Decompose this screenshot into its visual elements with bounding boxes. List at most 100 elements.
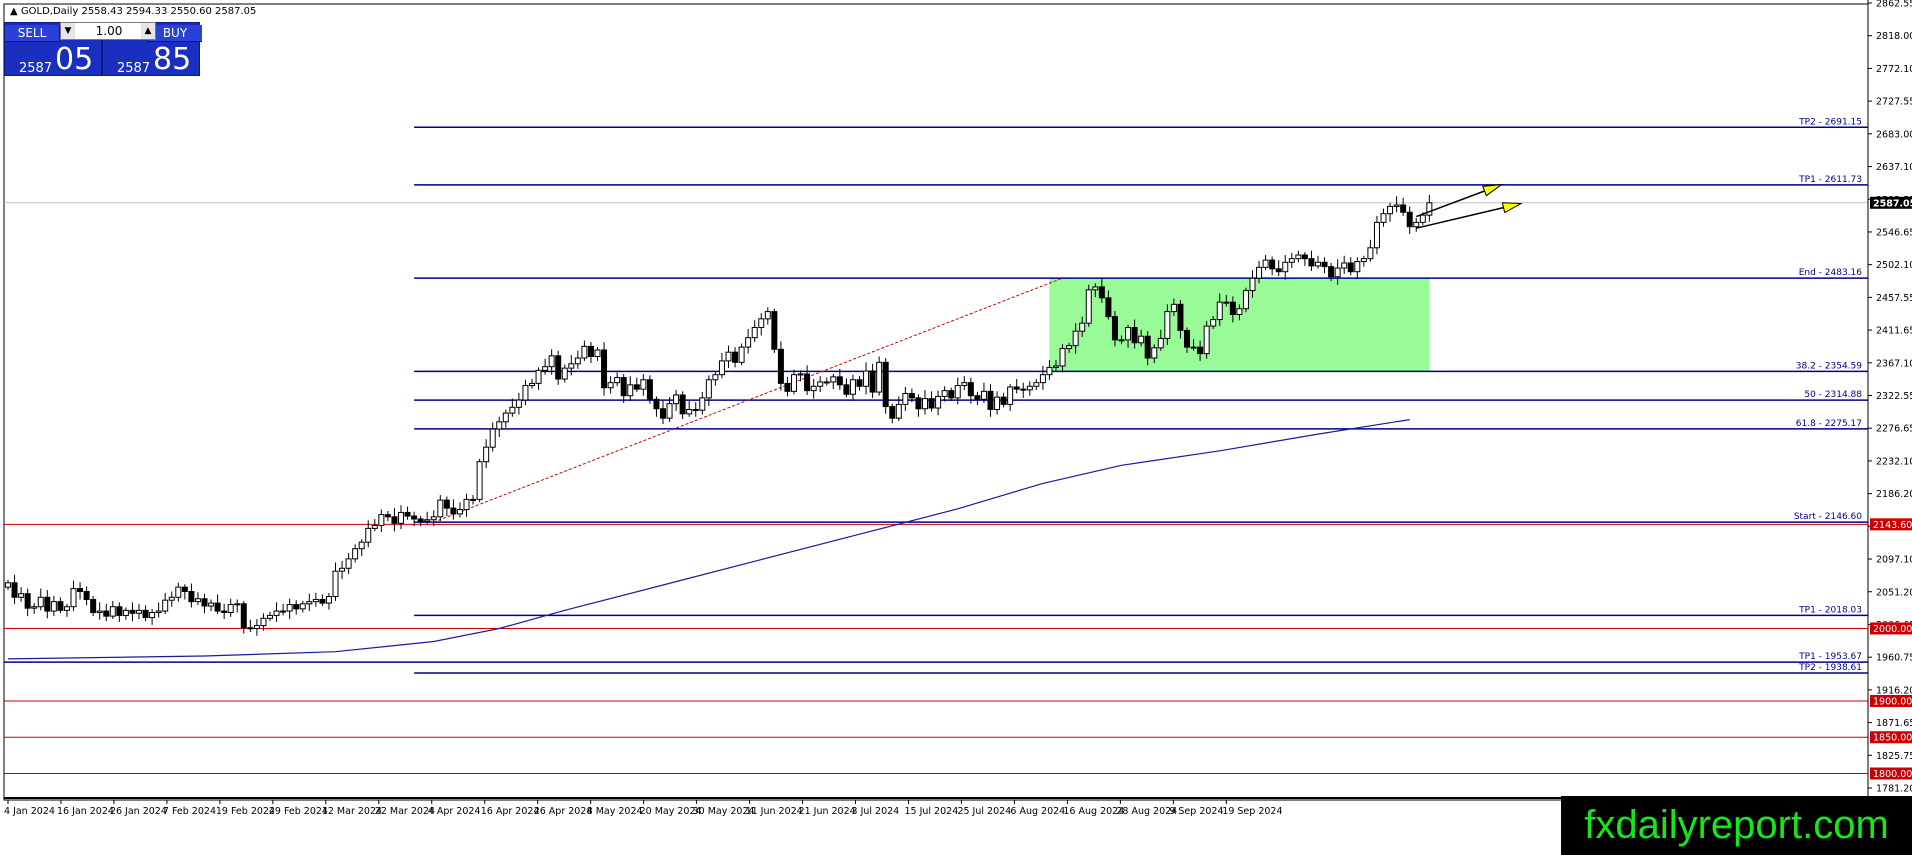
date-tick-label: 16 Apr 2024: [481, 806, 540, 817]
bearish-candle-body: [1184, 329, 1190, 348]
bullish-candle-body: [299, 603, 306, 610]
candle[interactable]: [771, 308, 778, 353]
bullish-candle-body: [286, 604, 293, 612]
bullish-candle-body: [31, 606, 38, 609]
date-tick-label: 7 Feb 2024: [163, 806, 216, 817]
bullish-candle-body: [515, 399, 522, 408]
bullish-candle-body: [175, 586, 182, 598]
bearish-candle-body: [1177, 303, 1184, 331]
bullish-candle-body: [234, 603, 241, 606]
bullish-candle-body: [352, 548, 359, 560]
bearish-candle-body: [1013, 386, 1020, 390]
bullish-candle-body: [96, 610, 103, 614]
bearish-candle-body: [221, 610, 228, 614]
collapse-triangle-icon[interactable]: ▲: [10, 6, 18, 17]
bullish-candle-body: [1426, 202, 1433, 216]
bearish-candle-body: [1308, 258, 1315, 267]
bullish-candle-body: [1033, 382, 1040, 387]
ohlc-readout: 2558.43 2594.33 2550.60 2587.05: [81, 6, 257, 17]
bullish-candle-body: [817, 381, 824, 387]
price-tick-label: 2457.55: [1876, 293, 1912, 304]
consolidation-zone: [1049, 278, 1430, 372]
bullish-candle-body: [666, 403, 673, 419]
price-tick-label: 2097.10: [1876, 555, 1912, 566]
bullish-candle-body: [614, 377, 621, 384]
candle[interactable]: [1242, 287, 1249, 313]
date-tick-label: 9 Sep 2024: [1169, 806, 1223, 817]
date-tick-label: 28 Aug 2024: [1116, 806, 1177, 817]
bullish-candle-body: [941, 390, 948, 397]
date-tick-label: 19 Feb 2024: [216, 806, 275, 817]
symbol-title: GOLD,Daily: [20, 6, 79, 17]
bearish-candle-body: [869, 370, 876, 393]
date-tick-label: 12 Mar 2024: [322, 806, 382, 817]
bullish-candle-body: [1249, 277, 1256, 292]
bullish-candle-body: [718, 360, 725, 376]
bullish-candle-body: [109, 606, 116, 617]
lot-decrease-icon[interactable]: ▼: [61, 23, 75, 39]
bullish-candle-body: [561, 367, 568, 380]
bearish-candle-body: [90, 598, 97, 614]
date-tick-label: 25 Jul 2024: [957, 806, 1011, 817]
candle[interactable]: [646, 375, 653, 404]
bullish-candle-body: [1007, 386, 1014, 405]
symbol-ohlc-title: ▲ GOLD,Daily 2558.43 2594.33 2550.60 258…: [10, 6, 256, 17]
candle[interactable]: [882, 357, 889, 414]
bullish-candle-body: [430, 516, 437, 521]
bullish-candle-body: [18, 593, 25, 598]
brand-watermark: fxdailyreport.com: [1561, 796, 1912, 855]
bearish-candle-body: [404, 511, 411, 517]
bearish-candle-body: [116, 606, 123, 616]
fib-level-label: 38.2 - 2354.59: [1796, 361, 1862, 371]
sell-price-pips: 05: [55, 42, 94, 77]
bearish-candle-body: [247, 627, 254, 630]
candle[interactable]: [876, 356, 883, 396]
price-tick-label: 1825.75: [1876, 751, 1912, 762]
bullish-candle-body: [149, 612, 156, 619]
fib-level-label: TP1 - 2018.03: [1798, 605, 1862, 615]
candle[interactable]: [1203, 321, 1210, 359]
candle[interactable]: [738, 343, 745, 366]
bearish-candle-body: [57, 601, 64, 611]
lot-size-input[interactable]: 1.00: [81, 24, 137, 38]
candle[interactable]: [601, 342, 608, 396]
bullish-candle-body: [1092, 286, 1099, 291]
bearish-candle-body: [660, 408, 666, 419]
bullish-candle-body: [529, 382, 535, 387]
date-tick-label: 4 Jan 2024: [4, 806, 55, 817]
one-click-trading-panel: ▲ GOLD,Daily 2558.43 2594.33 2550.60 258…: [4, 2, 256, 77]
bullish-candle-body: [1367, 247, 1374, 260]
bullish-candle-body: [1360, 258, 1367, 263]
bearish-candle-body: [633, 384, 640, 390]
bullish-candle-body: [961, 382, 968, 387]
bullish-candle-body: [1282, 261, 1289, 273]
candle[interactable]: [1085, 284, 1092, 327]
bullish-candle-body: [1210, 319, 1217, 327]
bearish-candle-body: [882, 361, 889, 408]
fib-level-label: TP2 - 1938.61: [1798, 663, 1862, 673]
bullish-candle-body: [712, 374, 719, 381]
bullish-candle-body: [764, 311, 771, 320]
date-tick-label: 8 May 2024: [587, 806, 643, 817]
bullish-candle-body: [1026, 385, 1033, 391]
bullish-candle-body: [267, 614, 273, 619]
bullish-candle-body: [1236, 308, 1243, 315]
bullish-candle-body: [136, 609, 142, 614]
lot-increase-icon[interactable]: ▲: [141, 23, 155, 39]
bullish-candle-body: [1157, 337, 1164, 349]
bearish-candle-body: [411, 515, 418, 520]
candle[interactable]: [476, 458, 483, 503]
bullish-candle-body: [1170, 303, 1177, 313]
bearish-candle-body: [201, 598, 208, 607]
bullish-candle-body: [581, 345, 588, 359]
bullish-candle-body: [378, 514, 385, 526]
fib-level-label: TP1 - 2611.73: [1798, 175, 1862, 185]
bullish-candle-body: [463, 498, 470, 511]
lot-size-stepper[interactable]: ▼ 1.00 ▲: [60, 22, 156, 40]
price-chart[interactable]: TP2 - 2691.15 TP1 - 2611.73 End - 2483.16 3…: [0, 0, 1912, 855]
chart-area[interactable]: TP2 - 2691.15 TP1 - 2611.73 End - 2483.16 3…: [0, 0, 1912, 855]
bullish-candle-body: [823, 381, 830, 384]
bearish-candle-body: [142, 609, 149, 619]
bullish-candle-body: [208, 602, 215, 607]
bearish-candle-body: [1229, 301, 1236, 315]
